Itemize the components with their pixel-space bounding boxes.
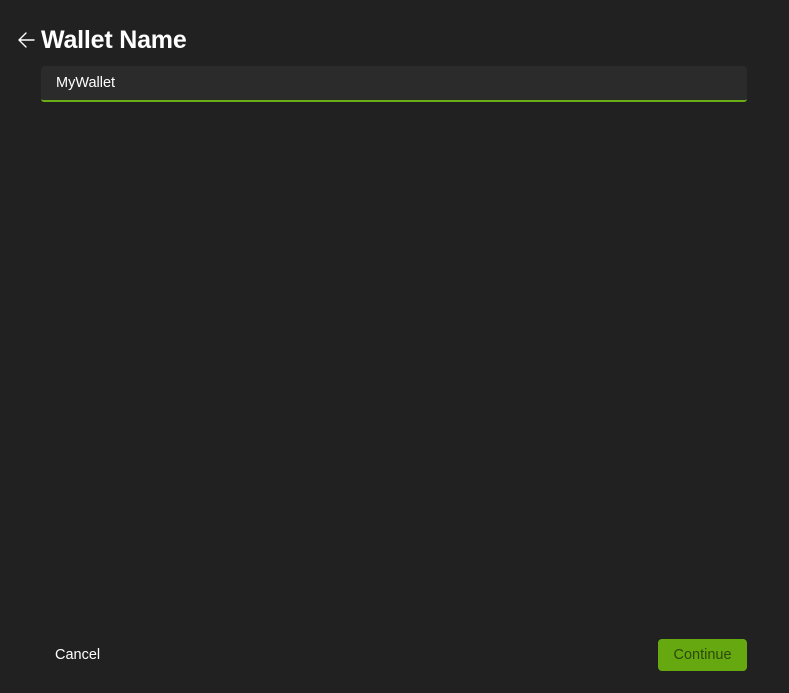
continue-button[interactable]: Continue [658, 639, 747, 671]
wallet-name-page: Wallet Name Cancel Continue [0, 0, 789, 693]
arrow-left-icon [18, 32, 35, 48]
cancel-button[interactable]: Cancel [41, 639, 114, 671]
wallet-name-input[interactable] [41, 66, 747, 102]
page-title: Wallet Name [41, 25, 187, 54]
back-button[interactable] [14, 28, 38, 52]
page-header: Wallet Name [14, 22, 187, 58]
